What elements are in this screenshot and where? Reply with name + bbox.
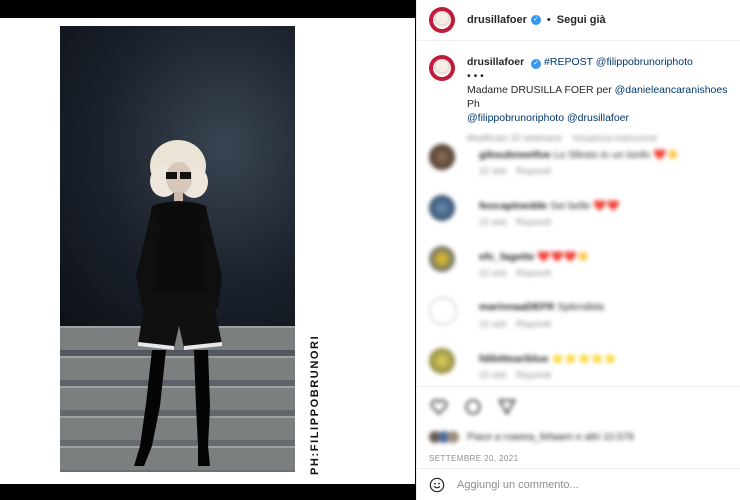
mention-link[interactable]: @danieleancaranishoes	[615, 84, 728, 96]
comment-meta: 15 sett. Rispondi	[479, 268, 551, 278]
like-heart-icon[interactable]	[429, 397, 449, 417]
comment-item: marinnaaDEFR Splendida 15 sett. Rispondi	[429, 293, 729, 344]
hashtag-link[interactable]: #REPOST	[544, 56, 593, 68]
emoji-smiley-icon[interactable]	[429, 477, 445, 493]
add-comment-bar	[417, 469, 740, 500]
post-media-panel: PH:FILIPPOBRUNORI	[0, 18, 415, 484]
action-bar	[429, 397, 517, 419]
post-caption: drusillafoer ✓ #REPOST @filippobrunoriph…	[417, 41, 740, 145]
add-comment-input[interactable]	[455, 477, 679, 492]
share-icon[interactable]	[497, 397, 517, 417]
comment-line: gibsubneetfoe Lo Sfesto in un tonfo ❤️☀️	[479, 148, 679, 161]
comment-item: efc_fagette ❤️❤️❤️☀️ 15 sett. Rispondi	[429, 242, 729, 293]
verified-badge-icon: ✓	[530, 15, 541, 25]
comments-list: gibsubneetfoe Lo Sfesto in un tonfo ❤️☀️…	[429, 140, 729, 395]
post-header: drusillafoer ✓ • Segui già	[417, 0, 740, 41]
caption-text: drusillafoer ✓ #REPOST @filippobrunoriph…	[467, 55, 729, 145]
comment-line: marinnaaDEFR Splendida	[479, 301, 604, 313]
comment-item: feocaptnedde Sei belle ❤️❤️ 15 sett. Ris…	[429, 191, 729, 242]
comment-meta: 15 sett. Rispondi	[479, 166, 551, 176]
comment-item: fdibitteariblue ⭐⭐⭐⭐⭐ 15 sett. Rispondi	[429, 344, 729, 395]
comment-time: 15 sett.	[479, 166, 509, 176]
reply-button[interactable]: Rispondi	[516, 319, 551, 329]
comment-time: 15 sett.	[479, 268, 509, 278]
reply-button[interactable]: Rispondi	[516, 217, 551, 227]
caption-dots: • • •	[467, 70, 484, 82]
caption-avatar[interactable]	[429, 55, 455, 81]
comment-text: Splendida	[557, 301, 604, 313]
caption-body: Madame DRUSILLA FOER per	[467, 84, 612, 96]
commenter-username[interactable]: feocaptnedde	[479, 200, 547, 212]
comment-time: 15 sett.	[479, 217, 509, 227]
liker-avatar	[447, 431, 459, 443]
photo-watermark: PH:FILIPPOBRUNORI	[300, 308, 321, 478]
commenter-avatar[interactable]	[429, 195, 455, 221]
mention-link[interactable]: @filippobrunoriphoto	[596, 56, 693, 68]
post-photo[interactable]	[60, 26, 295, 472]
comment-text: Lo Sfesto in un tonfo	[553, 149, 651, 161]
separator-dot: •	[546, 14, 551, 26]
commenter-username[interactable]: gibsubneetfoe	[479, 149, 551, 161]
likes-text: Piace a roaeea_fefaaeri e altri 10.578	[467, 431, 634, 443]
comment-text: Sei belle	[550, 200, 591, 212]
commenter-username[interactable]: efc_fagette	[479, 251, 534, 263]
commenter-avatar[interactable]	[429, 297, 457, 325]
reply-button[interactable]: Rispondi	[516, 370, 551, 380]
commenter-avatar[interactable]	[429, 144, 455, 170]
commenter-username[interactable]: marinnaaDEFR	[479, 301, 554, 313]
caption-username[interactable]: drusillafoer	[467, 56, 524, 68]
verified-badge-icon: ✓	[531, 59, 542, 69]
comment-meta: 15 sett. Rispondi	[479, 319, 551, 329]
commenter-avatar[interactable]	[429, 246, 455, 272]
comment-emoji: ⭐⭐⭐⭐⭐	[551, 353, 617, 365]
commenter-avatar[interactable]	[429, 348, 455, 374]
watermark-text: PH:FILIPPOBRUNORI	[309, 334, 321, 475]
following-button[interactable]: Segui già	[557, 14, 606, 26]
comment-item: gibsubneetfoe Lo Sfesto in un tonfo ❤️☀️…	[429, 140, 729, 191]
author-username[interactable]: drusillafoer	[467, 14, 527, 26]
comment-icon[interactable]	[463, 397, 483, 417]
reply-button[interactable]: Rispondi	[516, 268, 551, 278]
post-details-panel: drusillafoer ✓ • Segui già drusillafoer …	[416, 0, 740, 500]
mention-link[interactable]: @drusillafoer	[567, 112, 629, 124]
caption-ph: Ph	[467, 98, 480, 110]
photo-model-figure	[134, 140, 222, 466]
post-date: SETTEMBRE 20, 2021	[429, 454, 519, 463]
reply-button[interactable]: Rispondi	[516, 166, 551, 176]
commenter-username[interactable]: fdibitteariblue	[479, 353, 548, 365]
comment-time: 15 sett.	[479, 370, 509, 380]
comment-time: 15 sett.	[479, 319, 509, 329]
comment-meta: 15 sett. Rispondi	[479, 217, 551, 227]
comment-meta: 15 sett. Rispondi	[479, 370, 551, 380]
comment-emoji: ❤️❤️❤️☀️	[537, 251, 590, 263]
comment-line: fdibitteariblue ⭐⭐⭐⭐⭐	[479, 352, 617, 365]
author-avatar[interactable]	[429, 7, 455, 33]
likes-summary[interactable]: Piace a roaeea_fefaaeri e altri 10.578	[429, 431, 634, 443]
comment-emoji: ❤️☀️	[652, 149, 680, 161]
comment-line: feocaptnedde Sei belle ❤️❤️	[479, 199, 620, 212]
instagram-post-modal: PH:FILIPPOBRUNORI drusillafoer ✓ • Segui…	[0, 0, 740, 500]
divider	[417, 386, 740, 387]
comment-line: efc_fagette ❤️❤️❤️☀️	[479, 250, 590, 263]
comment-emoji: ❤️❤️	[593, 200, 620, 212]
mention-link[interactable]: @filippobrunoriphoto	[467, 112, 564, 124]
